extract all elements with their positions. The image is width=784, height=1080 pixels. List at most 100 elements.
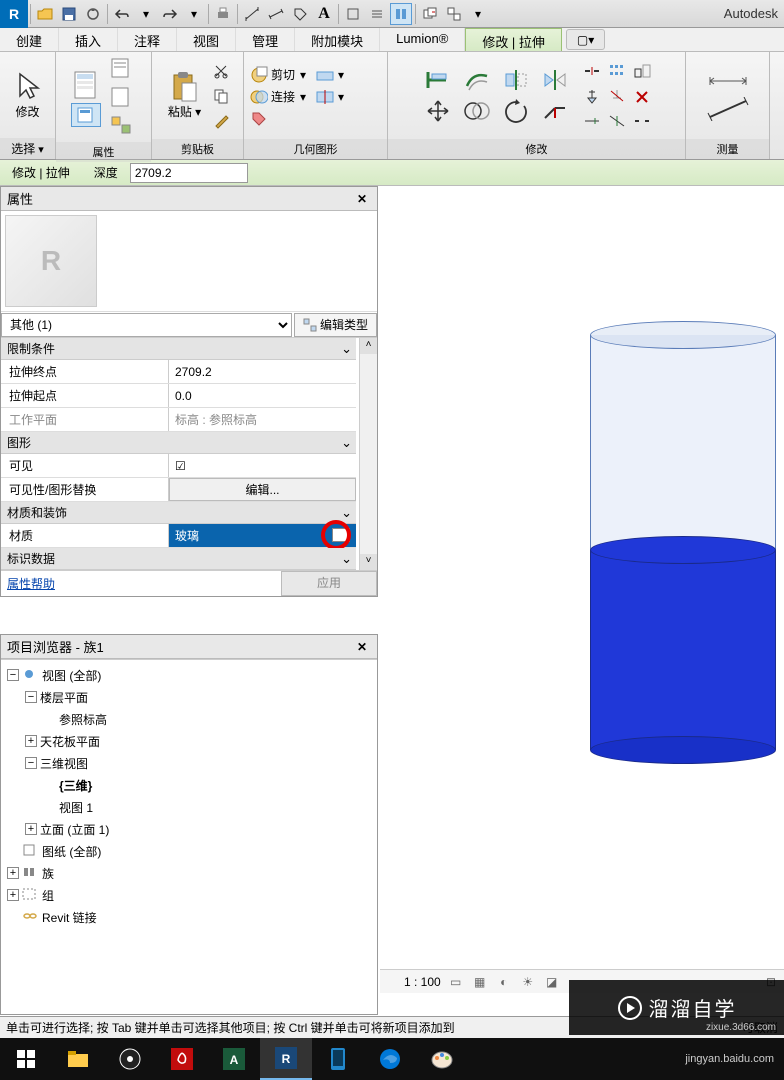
browser-title-bar[interactable]: 项目浏览器 - 族1 ✕ (1, 635, 377, 659)
offset-button[interactable] (459, 65, 495, 95)
tab-lumion[interactable]: Lumion® (380, 28, 465, 51)
open-icon[interactable] (34, 3, 56, 25)
thin-lines-icon[interactable] (366, 3, 388, 25)
customize-dropdown-icon[interactable]: ▾ (467, 3, 489, 25)
model-cylinder[interactable] (590, 321, 776, 764)
shadow-icon[interactable]: ◪ (543, 973, 561, 991)
section-graphics[interactable]: 图形⌄ (1, 432, 356, 454)
tree-links[interactable]: Revit 链接 (3, 906, 375, 928)
align-dim-icon[interactable] (265, 3, 287, 25)
properties-help-link[interactable]: 属性帮助 (1, 571, 281, 596)
measure-icon[interactable] (241, 3, 263, 25)
viewport-3d[interactable]: 1 : 100 ▭ ▦ ◐ ☀ ◪ ⊡ (380, 186, 784, 993)
edit-type-button[interactable]: 编辑类型 (294, 313, 377, 337)
visual-style-icon[interactable]: ◐ (495, 973, 513, 991)
tab-addins[interactable]: 附加模块 (295, 28, 380, 51)
trim-single-button[interactable] (605, 109, 629, 133)
tab-insert[interactable]: 插入 (59, 28, 118, 51)
tree-3d-views[interactable]: −三维视图 (3, 752, 375, 774)
sync-icon[interactable] (82, 3, 104, 25)
paint-icon-task[interactable] (416, 1038, 468, 1080)
apply-button[interactable]: 应用 (281, 571, 377, 596)
tree-families[interactable]: +族 (3, 862, 375, 884)
array-button[interactable] (605, 59, 629, 83)
paste-button[interactable]: 粘贴 ▾ (162, 67, 207, 124)
prop-row-extrusion-start[interactable]: 拉伸起点 0.0 (1, 384, 356, 408)
type-selector[interactable]: 其他 (1) (1, 313, 292, 337)
section-constraints[interactable]: 限制条件⌄ (1, 338, 356, 360)
properties-button[interactable] (71, 68, 105, 102)
tab-view[interactable]: 视图 (177, 28, 236, 51)
delete-button[interactable] (630, 84, 654, 108)
revit-task-icon[interactable]: R (260, 1038, 312, 1080)
split-button[interactable] (580, 59, 604, 83)
close-hidden-icon[interactable] (390, 3, 412, 25)
prop-row-extrusion-end[interactable]: 拉伸终点 2709.2 (1, 360, 356, 384)
extend-button[interactable] (580, 109, 604, 133)
depth-input[interactable] (130, 163, 248, 183)
copy-tool-button[interactable] (459, 96, 495, 126)
phone-icon[interactable] (312, 1038, 364, 1080)
panel-select-label[interactable]: 选择 ▾ (0, 138, 55, 159)
tree-ceiling-plans[interactable]: +天花板平面 (3, 730, 375, 752)
pin-button[interactable] (580, 84, 604, 108)
tree-view-1[interactable]: 视图 1 (3, 796, 375, 818)
section-materials[interactable]: 材质和装饰⌄ (1, 502, 356, 524)
tab-modify-extrusion[interactable]: 修改 | 拉伸 (465, 28, 562, 51)
tree-floor-plans[interactable]: −楼层平面 (3, 686, 375, 708)
netease-icon[interactable] (156, 1038, 208, 1080)
scale-icon[interactable]: ▭ (447, 973, 465, 991)
family-types-button[interactable] (107, 54, 137, 82)
undo-dropdown-icon[interactable]: ▾ (135, 3, 157, 25)
join-geometry-button[interactable]: 连接▾ ▾ (250, 88, 344, 106)
section-identity[interactable]: 标识数据⌄ (1, 548, 356, 570)
print-icon[interactable] (212, 3, 234, 25)
dimension-icon[interactable] (704, 71, 752, 91)
paint-icon[interactable] (250, 110, 268, 126)
project-units-button[interactable] (107, 83, 137, 111)
mirror-draw-button[interactable] (537, 65, 573, 95)
properties-scrollbar[interactable]: ˄ ˅ (359, 338, 377, 570)
match-button[interactable] (209, 109, 233, 133)
redo-icon[interactable] (159, 3, 181, 25)
split-gap-button[interactable] (630, 109, 654, 133)
start-icon[interactable] (0, 1038, 52, 1080)
tab-manage[interactable]: 管理 (236, 28, 295, 51)
family-category-button[interactable] (107, 112, 137, 140)
type-properties-button[interactable] (71, 103, 101, 127)
modify-button[interactable]: 修改 (6, 67, 50, 124)
measure-tool-icon[interactable] (706, 97, 750, 121)
tree-ref-level[interactable]: 参照标高 (3, 708, 375, 730)
window-icon[interactable] (443, 3, 465, 25)
trim-button[interactable] (537, 96, 573, 126)
undo-icon[interactable] (111, 3, 133, 25)
move-button[interactable] (420, 96, 456, 126)
browser-close-icon[interactable]: ✕ (353, 640, 371, 654)
tree-views-root[interactable]: −视图 (全部) (3, 664, 375, 686)
section-icon[interactable] (342, 3, 364, 25)
scale-button[interactable] (630, 59, 654, 83)
cut-button[interactable] (209, 59, 233, 83)
mirror-pick-button[interactable] (498, 65, 534, 95)
tree-3d-default[interactable]: {三维} (3, 774, 375, 796)
rotate-button[interactable] (498, 96, 534, 126)
tree-elevations[interactable]: +立面 (立面 1) (3, 818, 375, 840)
switch-windows-icon[interactable] (419, 3, 441, 25)
text-icon[interactable]: A (313, 3, 335, 25)
edge-icon[interactable] (364, 1038, 416, 1080)
tab-create[interactable]: 创建 (0, 28, 59, 51)
save-icon[interactable] (58, 3, 80, 25)
material-browse-button[interactable]: … (332, 528, 350, 542)
tag-icon[interactable] (289, 3, 311, 25)
tab-overflow-dropdown[interactable]: ▢▾ (566, 29, 605, 50)
view-scale[interactable]: 1 : 100 (404, 975, 441, 989)
detail-icon[interactable]: ▦ (471, 973, 489, 991)
properties-close-icon[interactable]: ✕ (353, 192, 371, 206)
tree-groups[interactable]: +组 (3, 884, 375, 906)
align-button[interactable] (420, 65, 456, 95)
cut-geometry-button[interactable]: 剪切▾ ▾ (250, 66, 344, 84)
revit-logo-icon[interactable]: R (0, 0, 28, 28)
properties-title-bar[interactable]: 属性 ✕ (1, 187, 377, 211)
prop-row-material[interactable]: 材质 玻璃 … (1, 524, 356, 548)
redo-dropdown-icon[interactable]: ▾ (183, 3, 205, 25)
